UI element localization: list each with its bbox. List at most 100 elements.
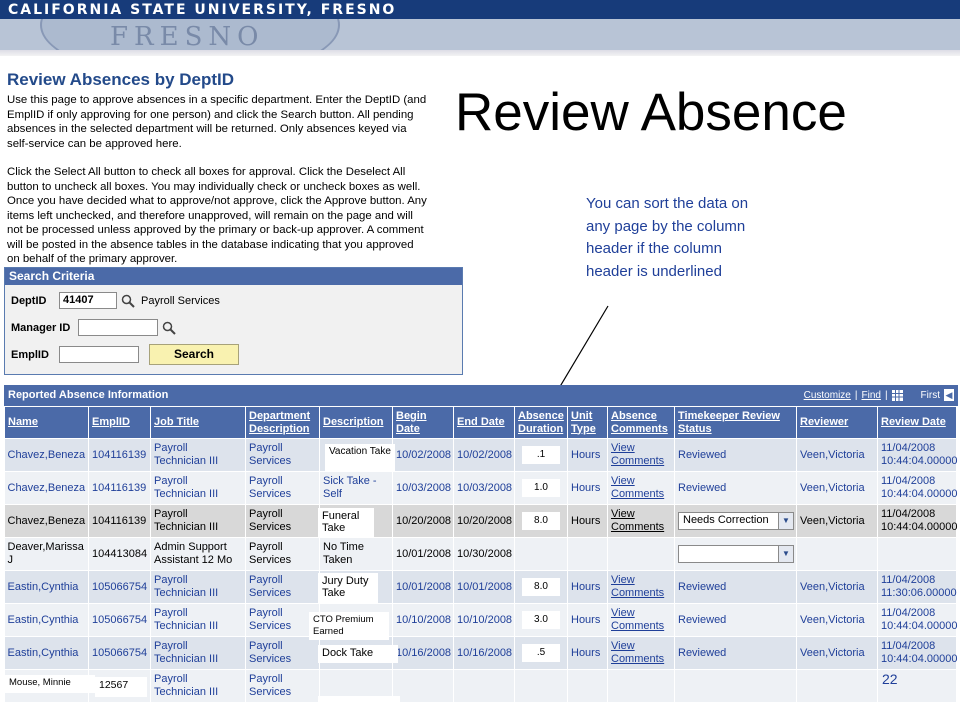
duration-value: .1: [522, 446, 560, 464]
cell-begin-date: 10/01/2008: [392, 537, 454, 571]
view-comments-link[interactable]: View Comments: [607, 471, 675, 505]
cell-begin-date: 10/10/2008: [392, 603, 454, 637]
chevron-down-icon[interactable]: ▼: [778, 546, 793, 562]
cell-duration: .5: [514, 636, 568, 670]
cell-emplid: 105066754: [88, 603, 151, 637]
cell-duration: 3.0: [514, 603, 568, 637]
cell-duration: [514, 537, 568, 571]
manager-row: Manager ID: [11, 319, 176, 336]
emplid-input[interactable]: [59, 346, 139, 363]
cell-unit-type: Hours: [567, 603, 608, 637]
search-criteria-header: Search Criteria: [5, 268, 462, 285]
col-begin-date[interactable]: Begin Date: [392, 406, 454, 439]
dept-description: Payroll Services: [141, 294, 220, 307]
col-review-date[interactable]: Review Date: [877, 406, 957, 439]
cell-department: Payroll Services: [245, 669, 320, 703]
cell-begin-date: 10/16/2008: [392, 636, 454, 670]
cell-end-date: [453, 669, 515, 703]
cell-job-title: Payroll Technician III: [150, 438, 246, 472]
chevron-down-icon[interactable]: ▼: [778, 513, 793, 529]
manager-id-input[interactable]: [78, 319, 158, 336]
cell-comments: [607, 537, 675, 571]
col-end-date[interactable]: End Date: [453, 406, 515, 439]
find-link[interactable]: Find: [861, 390, 880, 401]
col-emplid[interactable]: EmplID: [88, 406, 151, 439]
deptid-row: DeptID 41407 Payroll Services: [11, 292, 220, 309]
view-comments-link[interactable]: View Comments: [607, 504, 675, 538]
instructions-paragraph-2: Click the Select All button to check all…: [7, 166, 427, 265]
col-name[interactable]: Name: [4, 406, 89, 439]
banner-stripe: [0, 50, 960, 56]
cell-duration: 8.0: [514, 570, 568, 604]
col-absence-comments[interactable]: Absence Comments: [607, 406, 675, 439]
table-row-selected: Chavez,Beneza 104116139 Payroll Technici…: [4, 504, 957, 538]
cell-review-status: Reviewed: [674, 603, 797, 637]
cell-name: Eastin,Cynthia: [4, 603, 89, 637]
first-link[interactable]: First: [921, 390, 940, 401]
previous-arrow-icon[interactable]: ◀: [944, 389, 954, 401]
cell-job-title: Payroll Technician III: [150, 471, 246, 505]
cell-reviewer: Veen,Victoria: [796, 438, 878, 472]
col-absence-duration[interactable]: Absence Duration: [514, 406, 568, 439]
col-timekeeper-review-status[interactable]: Timekeeper Review Status: [674, 406, 797, 439]
cell-review-date: 11/04/2008 10:44:04.00000: [877, 603, 957, 637]
cell-review-status: Reviewed: [674, 636, 797, 670]
cell-review-status: ▼: [674, 537, 797, 571]
page-title: Review Absences by DeptID: [7, 70, 235, 89]
overlay-employee-id: 12567: [95, 677, 147, 697]
cell-review-status: Reviewed: [674, 438, 797, 472]
col-description[interactable]: Description: [319, 406, 393, 439]
cell-unit-type: Hours: [567, 570, 608, 604]
overlay-funeral-take: Funeral Take: [318, 508, 374, 538]
cell-begin-date: [392, 669, 454, 703]
cell-end-date: 10/10/2008: [453, 603, 515, 637]
table-header-row: Name EmplID Job Title Department Descrip…: [4, 406, 957, 439]
view-comments-link[interactable]: View Comments: [607, 603, 675, 637]
emplid-row: EmplID Search: [11, 344, 239, 365]
deptid-label: DeptID: [11, 294, 47, 307]
reported-absence-grid: Reported Absence Information Customize |…: [4, 385, 958, 703]
deptid-input[interactable]: 41407: [59, 292, 117, 309]
overlay-vacation-take: Vacation Take: [325, 444, 395, 472]
cell-unit-type: [567, 669, 608, 703]
cell-department: Payroll Services: [245, 570, 320, 604]
cell-review-date: 11/04/2008 10:44:04.00000: [877, 504, 957, 538]
cell-reviewer: Veen,Victoria: [796, 570, 878, 604]
duration-value: 8.0: [522, 578, 560, 596]
grid-title: Reported Absence Information: [8, 389, 169, 401]
download-grid-icon[interactable]: [891, 389, 903, 401]
customize-link[interactable]: Customize: [804, 390, 851, 401]
col-department-description[interactable]: Department Description: [245, 406, 320, 439]
duration-value: .5: [522, 644, 560, 662]
col-unit-type[interactable]: Unit Type: [567, 406, 608, 439]
cell-department: Payroll Services: [245, 504, 320, 538]
view-comments-link[interactable]: View Comments: [607, 636, 675, 670]
seal-text: FRESNO: [110, 22, 265, 50]
manager-lookup-icon[interactable]: [162, 321, 176, 335]
cell-name: Chavez,Beneza: [4, 504, 89, 538]
deptid-lookup-icon[interactable]: [121, 294, 135, 308]
cell-job-title: Payroll Technician III: [150, 603, 246, 637]
review-status-select[interactable]: ▼: [678, 545, 794, 563]
col-reviewer[interactable]: Reviewer: [796, 406, 878, 439]
cell-emplid: 104116139: [88, 438, 151, 472]
overlay-jury-duty-take: Jury Duty Take: [318, 573, 378, 603]
table-row: Eastin,Cynthia 105066754 Payroll Technic…: [4, 570, 957, 604]
cell-emplid: 105066754: [88, 570, 151, 604]
cell-begin-date: 10/02/2008: [392, 438, 454, 472]
col-job-title[interactable]: Job Title: [150, 406, 246, 439]
view-comments-link[interactable]: View Comments: [607, 570, 675, 604]
cell-department: Payroll Services: [245, 471, 320, 505]
view-comments-link[interactable]: View Comments: [607, 438, 675, 472]
cell-job-title: Payroll Technician III: [150, 636, 246, 670]
cell-name: Chavez,Beneza: [4, 438, 89, 472]
instructions: Use this page to approve absences in a s…: [7, 93, 429, 267]
cell-duration: .1: [514, 438, 568, 472]
cell-name: Eastin,Cynthia: [4, 636, 89, 670]
review-status-select[interactable]: Needs Correction ▼: [678, 512, 794, 530]
cell-end-date: 10/30/2008: [453, 537, 515, 571]
cell-unit-type: Hours: [567, 636, 608, 670]
table-row: Deaver,Marissa J 104413084 Admin Support…: [4, 537, 957, 571]
search-button[interactable]: Search: [149, 344, 239, 365]
table-row: Eastin,Cynthia 105066754 Payroll Technic…: [4, 636, 957, 670]
